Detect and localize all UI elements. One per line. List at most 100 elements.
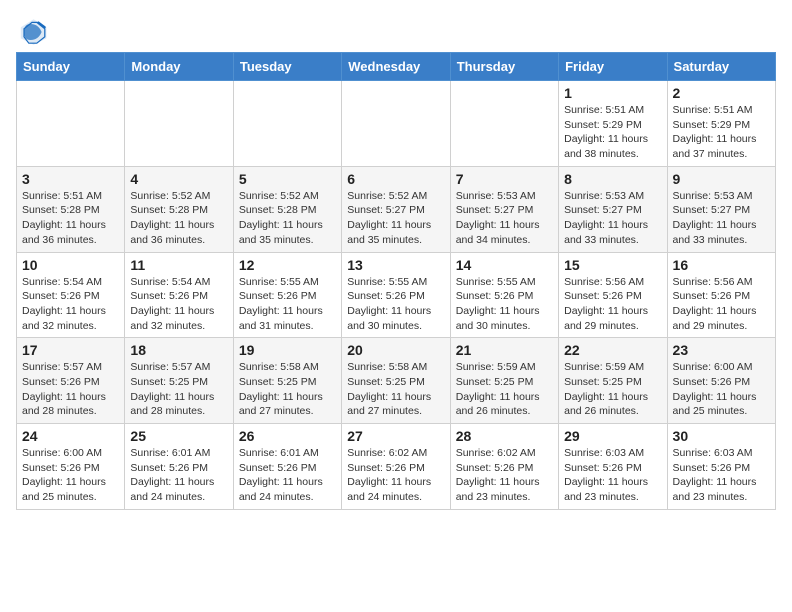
calendar-cell: 4 Sunrise: 5:52 AM Sunset: 5:28 PM Daylig… [125,166,233,252]
calendar-cell: 17 Sunrise: 5:57 AM Sunset: 5:26 PM Dayli… [17,338,125,424]
calendar-cell: 15 Sunrise: 5:56 AM Sunset: 5:26 PM Dayli… [559,252,667,338]
calendar-week-2: 3Sunrise: 5:51 AM Sunset: 5:28 PM Daylig… [17,166,776,252]
calendar-cell: 10 Sunrise: 5:54 AM Sunset: 5:26 PM Dayli… [17,252,125,338]
day-number: 2 [673,85,770,101]
day-info: Sunrise: 5:55 AM Sunset: 5:26 PM Dayligh… [456,275,553,334]
day-number: 30 [673,428,770,444]
calendar-cell [17,81,125,167]
calendar-cell: 20 Sunrise: 5:58 AM Sunset: 5:25 PM Dayli… [342,338,450,424]
day-info: Sunrise: 5:58 AM Sunset: 5:25 PM Dayligh… [347,360,444,419]
weekday-row: SundayMondayTuesdayWednesdayThursdayFrid… [17,53,776,81]
day-number: 18 [130,342,227,358]
calendar-table: SundayMondayTuesdayWednesdayThursdayFrid… [16,52,776,510]
calendar-cell: 1 Sunrise: 5:51 AM Sunset: 5:29 PM Daylig… [559,81,667,167]
logo-icon [16,16,48,48]
day-number: 14 [456,257,553,273]
calendar-header: SundayMondayTuesdayWednesdayThursdayFrid… [17,53,776,81]
day-number: 21 [456,342,553,358]
calendar-cell: 19 Sunrise: 5:58 AM Sunset: 5:25 PM Dayli… [233,338,341,424]
calendar-cell: 7 Sunrise: 5:53 AM Sunset: 5:27 PM Daylig… [450,166,558,252]
calendar-cell: 5 Sunrise: 5:52 AM Sunset: 5:28 PM Daylig… [233,166,341,252]
page-header [16,16,776,48]
calendar-cell: 8 Sunrise: 5:53 AM Sunset: 5:27 PM Daylig… [559,166,667,252]
day-info: Sunrise: 5:51 AM Sunset: 5:28 PM Dayligh… [22,189,119,248]
calendar-cell: 26Sunrise: 6:01 AM Sunset: 5:26 PM Dayli… [233,424,341,510]
calendar-cell: 18 Sunrise: 5:57 AM Sunset: 5:25 PM Dayli… [125,338,233,424]
day-info: Sunrise: 5:52 AM Sunset: 5:28 PM Dayligh… [239,189,336,248]
day-info: Sunrise: 5:56 AM Sunset: 5:26 PM Dayligh… [564,275,661,334]
logo [16,16,52,48]
day-info: Sunrise: 5:51 AM Sunset: 5:29 PM Dayligh… [564,103,661,162]
day-info: Sunrise: 5:58 AM Sunset: 5:25 PM Dayligh… [239,360,336,419]
day-number: 9 [673,171,770,187]
day-number: 20 [347,342,444,358]
weekday-header-wednesday: Wednesday [342,53,450,81]
calendar-cell: 21Sunrise: 5:59 AM Sunset: 5:25 PM Dayli… [450,338,558,424]
calendar-cell: 24 Sunrise: 6:00 AM Sunset: 5:26 PM Dayli… [17,424,125,510]
day-number: 24 [22,428,119,444]
day-info: Sunrise: 5:55 AM Sunset: 5:26 PM Dayligh… [347,275,444,334]
day-info: Sunrise: 6:02 AM Sunset: 5:26 PM Dayligh… [456,446,553,505]
calendar-cell: 11 Sunrise: 5:54 AM Sunset: 5:26 PM Dayli… [125,252,233,338]
day-number: 1 [564,85,661,101]
calendar-cell: 22Sunrise: 5:59 AM Sunset: 5:25 PM Dayli… [559,338,667,424]
calendar-cell: 12 Sunrise: 5:55 AM Sunset: 5:26 PM Dayli… [233,252,341,338]
weekday-header-sunday: Sunday [17,53,125,81]
day-number: 16 [673,257,770,273]
weekday-header-monday: Monday [125,53,233,81]
calendar-cell: 13 Sunrise: 5:55 AM Sunset: 5:26 PM Dayli… [342,252,450,338]
day-info: Sunrise: 6:03 AM Sunset: 5:26 PM Dayligh… [564,446,661,505]
day-info: Sunrise: 5:53 AM Sunset: 5:27 PM Dayligh… [673,189,770,248]
calendar-body: 1 Sunrise: 5:51 AM Sunset: 5:29 PM Daylig… [17,81,776,510]
day-number: 29 [564,428,661,444]
calendar-week-5: 24 Sunrise: 6:00 AM Sunset: 5:26 PM Dayli… [17,424,776,510]
calendar-cell [125,81,233,167]
calendar-cell [342,81,450,167]
calendar-cell [233,81,341,167]
day-number: 4 [130,171,227,187]
day-number: 27 [347,428,444,444]
day-number: 17 [22,342,119,358]
day-info: Sunrise: 5:51 AM Sunset: 5:29 PM Dayligh… [673,103,770,162]
day-info: Sunrise: 6:00 AM Sunset: 5:26 PM Dayligh… [22,446,119,505]
day-info: Sunrise: 5:53 AM Sunset: 5:27 PM Dayligh… [564,189,661,248]
day-info: Sunrise: 5:52 AM Sunset: 5:28 PM Dayligh… [130,189,227,248]
day-number: 15 [564,257,661,273]
weekday-header-tuesday: Tuesday [233,53,341,81]
calendar-week-3: 10 Sunrise: 5:54 AM Sunset: 5:26 PM Dayli… [17,252,776,338]
day-number: 11 [130,257,227,273]
calendar-cell: 29 Sunrise: 6:03 AM Sunset: 5:26 PM Dayli… [559,424,667,510]
day-number: 23 [673,342,770,358]
day-info: Sunrise: 5:53 AM Sunset: 5:27 PM Dayligh… [456,189,553,248]
day-info: Sunrise: 5:55 AM Sunset: 5:26 PM Dayligh… [239,275,336,334]
calendar-cell: 25Sunrise: 6:01 AM Sunset: 5:26 PM Dayli… [125,424,233,510]
day-number: 28 [456,428,553,444]
weekday-header-saturday: Saturday [667,53,775,81]
calendar-cell: 23 Sunrise: 6:00 AM Sunset: 5:26 PM Dayli… [667,338,775,424]
calendar-cell: 3Sunrise: 5:51 AM Sunset: 5:28 PM Daylig… [17,166,125,252]
day-info: Sunrise: 5:54 AM Sunset: 5:26 PM Dayligh… [130,275,227,334]
day-number: 10 [22,257,119,273]
day-info: Sunrise: 6:01 AM Sunset: 5:26 PM Dayligh… [239,446,336,505]
calendar-cell: 14 Sunrise: 5:55 AM Sunset: 5:26 PM Dayli… [450,252,558,338]
day-number: 7 [456,171,553,187]
day-number: 13 [347,257,444,273]
calendar-cell: 30Sunrise: 6:03 AM Sunset: 5:26 PM Dayli… [667,424,775,510]
day-info: Sunrise: 6:00 AM Sunset: 5:26 PM Dayligh… [673,360,770,419]
calendar-cell: 16 Sunrise: 5:56 AM Sunset: 5:26 PM Dayli… [667,252,775,338]
day-info: Sunrise: 5:59 AM Sunset: 5:25 PM Dayligh… [564,360,661,419]
day-info: Sunrise: 5:52 AM Sunset: 5:27 PM Dayligh… [347,189,444,248]
calendar-cell [450,81,558,167]
day-number: 12 [239,257,336,273]
weekday-header-thursday: Thursday [450,53,558,81]
day-number: 5 [239,171,336,187]
day-info: Sunrise: 5:56 AM Sunset: 5:26 PM Dayligh… [673,275,770,334]
calendar-cell: 6Sunrise: 5:52 AM Sunset: 5:27 PM Daylig… [342,166,450,252]
calendar-week-1: 1 Sunrise: 5:51 AM Sunset: 5:29 PM Daylig… [17,81,776,167]
day-number: 19 [239,342,336,358]
calendar-cell: 27Sunrise: 6:02 AM Sunset: 5:26 PM Dayli… [342,424,450,510]
day-info: Sunrise: 5:57 AM Sunset: 5:26 PM Dayligh… [22,360,119,419]
day-number: 8 [564,171,661,187]
day-info: Sunrise: 5:57 AM Sunset: 5:25 PM Dayligh… [130,360,227,419]
day-info: Sunrise: 5:54 AM Sunset: 5:26 PM Dayligh… [22,275,119,334]
